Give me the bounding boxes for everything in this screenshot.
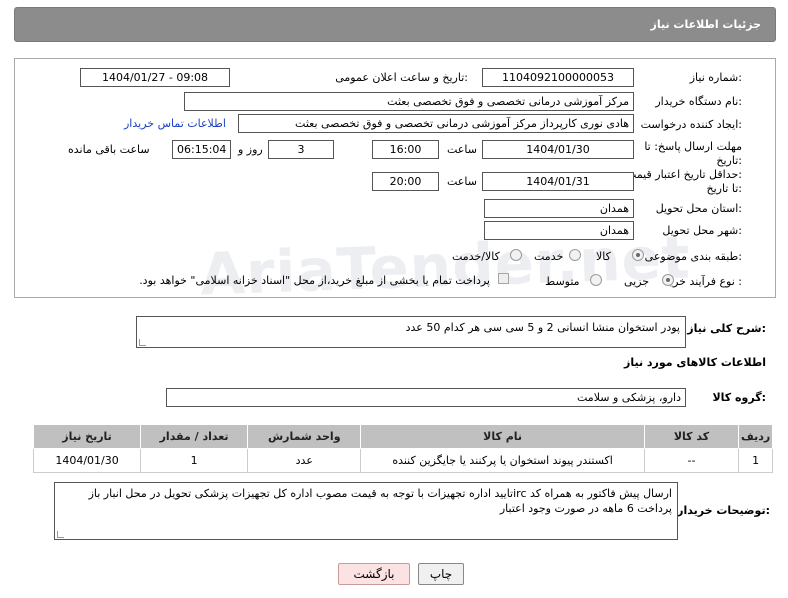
description-text: پودر استخوان منشا انسانی 2 و 5 سی سی هر … [405, 321, 680, 334]
buyer-notes-textarea[interactable]: ارسال پیش فاکتور به همراه کد ircتایید اد… [54, 482, 678, 540]
deadline-label: مهلت ارسال پاسخ: تا [644, 140, 742, 153]
deadline-label-date: تاریخ: [716, 154, 742, 167]
creator-label: ایجاد کننده درخواست: [640, 118, 742, 131]
price-validity-label: حداقل تاریخ اعتبار قیمت: [626, 168, 742, 181]
treasury-payment-note: پرداخت تمام یا بخشی از مبلغ خرید،از محل … [139, 274, 490, 287]
process-medium-label: متوسط [545, 275, 580, 288]
deadline-date-field[interactable]: 1404/01/30 [482, 140, 634, 159]
category-label: طبقه بندی موضوعی: [644, 250, 742, 263]
process-minor-radio[interactable] [662, 274, 674, 286]
col-row: ردیف [738, 424, 773, 449]
page-header: جزئیات اطلاعات نیاز [14, 7, 776, 42]
contact-buyer-link[interactable]: اطلاعات تماس خریدار [124, 117, 226, 130]
goods-group-field[interactable]: دارو، پزشکی و سلامت [166, 388, 686, 407]
buyer-notes-label: توضیحات خریدار: [677, 504, 770, 517]
process-label: نوع فرآیند خرید : [664, 275, 742, 288]
price-validity-time-label: ساعت [447, 175, 477, 188]
resize-handle-icon[interactable] [57, 531, 64, 538]
col-need-date: تاریخ نیاز [32, 424, 142, 449]
cell-quantity: 1 [140, 448, 249, 473]
category-goods-radio[interactable] [632, 249, 644, 261]
description-label: شرح کلی نیاز: [687, 322, 766, 335]
province-label: استان محل تحویل: [655, 202, 742, 215]
col-unit: واحد شمارش [247, 424, 362, 449]
goods-group-label: گروه کالا: [712, 391, 766, 404]
cell-row: 1 [738, 448, 773, 473]
buyer-org-label: نام دستگاه خریدار: [655, 95, 742, 108]
deadline-time-field[interactable]: 16:00 [372, 140, 439, 159]
price-validity-label-date: تا تاریخ: [706, 182, 742, 195]
deadline-time-label: ساعت [447, 143, 477, 156]
price-validity-time-field[interactable]: 20:00 [372, 172, 439, 191]
need-number-label: شماره نیاز: [689, 71, 742, 84]
price-validity-date-field[interactable]: 1404/01/31 [482, 172, 634, 191]
remaining-time-field[interactable]: 06:15:04 [172, 140, 231, 159]
buyer-notes-text: ارسال پیش فاکتور به همراه کد ircتایید اد… [88, 487, 672, 515]
back-button[interactable]: بازگشت [338, 563, 410, 585]
col-quantity: تعداد / مقدار [140, 424, 249, 449]
days-field[interactable]: 3 [268, 140, 334, 159]
table-row[interactable]: 1 -- اکستندر پیوند استخوان یا پرکنند یا … [32, 448, 773, 473]
process-medium-radio[interactable] [590, 274, 602, 286]
col-name: نام کالا [360, 424, 645, 449]
buyer-org-field[interactable]: مرکز آموزشی درمانی تخصصی و فوق تخصصی بعث… [184, 92, 634, 111]
cell-code: -- [643, 448, 740, 473]
category-goods-label: کالا [596, 250, 611, 263]
page-title: جزئیات اطلاعات نیاز [650, 18, 762, 31]
city-field[interactable]: همدان [484, 221, 634, 240]
col-code: کد کالا [643, 424, 740, 449]
category-service-label: خدمت [534, 250, 564, 263]
category-both-label: کالا/خدمت [452, 250, 500, 263]
remaining-label: ساعت باقی مانده [68, 143, 150, 156]
city-label: شهر محل تحویل: [662, 224, 742, 237]
print-button[interactable]: چاپ [418, 563, 464, 585]
description-textarea[interactable]: پودر استخوان منشا انسانی 2 و 5 سی سی هر … [136, 316, 686, 348]
process-minor-label: جزیی [624, 275, 650, 288]
cell-unit: عدد [247, 448, 362, 473]
treasury-payment-checkbox[interactable] [498, 273, 509, 284]
days-label: روز و [238, 143, 263, 156]
category-both-radio[interactable] [510, 249, 522, 261]
goods-table: ردیف کد کالا نام کالا واحد شمارش تعداد /… [32, 424, 773, 473]
cell-name: اکستندر پیوند استخوان یا پرکنند یا جایگز… [360, 448, 645, 473]
resize-handle-icon[interactable] [139, 339, 146, 346]
creator-field[interactable]: هادی نوری کارپرداز مرکز آموزشی درمانی تخ… [238, 114, 634, 133]
announce-label: تاریخ و ساعت اعلان عمومی: [335, 71, 468, 84]
goods-table-header: ردیف کد کالا نام کالا واحد شمارش تعداد /… [32, 424, 773, 449]
cell-need-date: 1404/01/30 [32, 448, 142, 473]
announce-field[interactable]: 1404/01/27 - 09:08 [80, 68, 230, 87]
need-number-field[interactable]: 1104092100000053 [482, 68, 634, 87]
goods-section-title: اطلاعات کالاهای مورد نیاز [624, 356, 766, 369]
province-field[interactable]: همدان [484, 199, 634, 218]
category-service-radio[interactable] [569, 249, 581, 261]
